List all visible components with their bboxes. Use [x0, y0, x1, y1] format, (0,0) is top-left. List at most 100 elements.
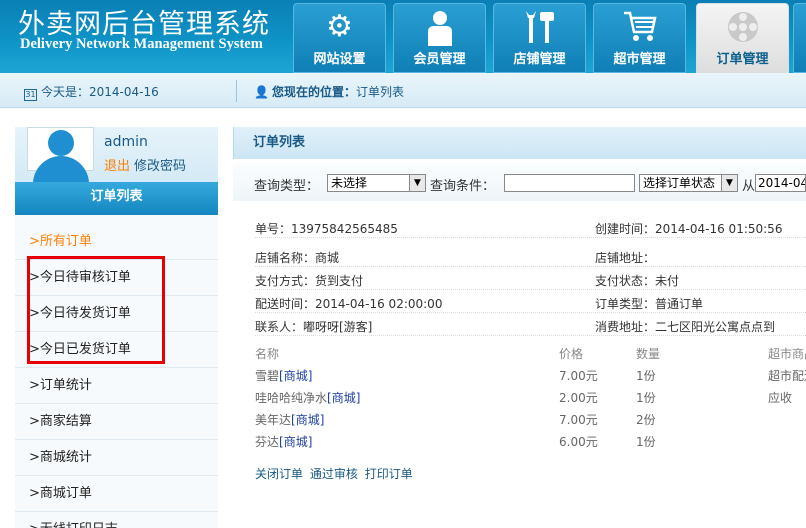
sidebar-item-order-stats[interactable]: >订单统计: [15, 368, 218, 404]
item-name-text: 美年达: [255, 413, 292, 427]
nav-tab-shops[interactable]: 店铺管理: [493, 3, 586, 73]
item-shop-link[interactable]: [商城]: [291, 413, 324, 427]
item-price: 7.00元: [559, 413, 598, 427]
gear-icon: ⚙: [326, 9, 353, 44]
col-name: 名称: [255, 347, 280, 361]
chevron-down-icon: ▼: [721, 175, 737, 191]
query-type-value: 未选择: [331, 176, 368, 190]
sidebar-item-mall-stats[interactable]: >商城统计: [15, 440, 218, 476]
order-status-value: 选择订单状态: [643, 176, 716, 190]
chevron-down-icon: ▼: [409, 175, 425, 191]
person-icon: [394, 4, 485, 48]
date-from-label: 从: [742, 179, 756, 194]
film-reel-icon: [697, 4, 788, 48]
panel-title: 订单列表: [233, 127, 806, 159]
sidebar-item-pending-shipment[interactable]: >今日待发货订单: [15, 296, 218, 332]
today-date: 31 今天是：2014-04-16: [24, 83, 159, 101]
item-qty: 1份: [636, 369, 656, 383]
item-shop-link[interactable]: [商城]: [327, 391, 360, 405]
nav-tab-supermarket[interactable]: 超市管理: [593, 3, 686, 73]
sidebar-title: 订单列表: [15, 182, 218, 215]
nav-tab-orders[interactable]: 订单管理: [696, 3, 789, 73]
table-row: 美年达[商城] 7.00元 2份: [255, 408, 806, 430]
print-order-link[interactable]: 打印订单: [365, 467, 413, 481]
pay-method: 支付方式：货到支付: [255, 274, 364, 288]
table-row: 哇哈哈纯净水[商城] 2.00元 1份 应收: [255, 386, 806, 408]
item-name-text: 哇哈哈纯净水: [255, 391, 328, 405]
date-from-input[interactable]: 2014-04-16: [755, 174, 806, 192]
order-row: 支付方式：货到支付 支付状态：未付: [255, 267, 806, 290]
tools-icon: [494, 4, 585, 48]
location-value: 订单列表: [355, 85, 404, 99]
nav-tab-label: 订单管理: [716, 52, 769, 67]
consumer-address: 消费地址：二七区阳光公寓点点到: [595, 320, 776, 334]
close-order-link[interactable]: 关闭订单: [255, 467, 303, 481]
sidebar-item-shipped-today[interactable]: >今日已发货订单: [15, 332, 218, 368]
user-card: admin 退出 修改密码: [15, 127, 218, 186]
item-name-text: 芬达: [255, 435, 280, 449]
delivery-time: 配送时间：2014-04-16 02:00:00: [255, 297, 443, 311]
logout-link[interactable]: 退出: [104, 159, 130, 174]
cart-icon: [594, 4, 685, 48]
sidebar-item-all-orders[interactable]: >所有订单: [15, 224, 218, 260]
shop-name: 店铺名称：商城: [255, 251, 340, 265]
order-row: 配送时间：2014-04-16 02:00:00 订单类型：普通订单: [255, 290, 806, 313]
avatar: [27, 127, 94, 186]
query-type-select[interactable]: 未选择 ▼: [327, 174, 426, 192]
order-row: 店铺名称：商城 店铺地址：: [255, 244, 806, 267]
item-extra: 超市配送: [768, 369, 806, 383]
nav-tab-site-settings[interactable]: ⚙ 网站设置: [293, 3, 386, 73]
date-label: 今天是：: [41, 85, 90, 99]
col-qty: 数量: [636, 347, 661, 361]
nav-tab-label: 会员管理: [413, 52, 466, 67]
item-shop-link[interactable]: [商城]: [279, 435, 312, 449]
user-links: 退出 修改密码: [104, 155, 186, 174]
location-label: 您现在的位置：: [271, 85, 356, 99]
item-shop-link[interactable]: [商城]: [279, 369, 312, 383]
calendar-icon: 31: [24, 89, 37, 101]
sidebar-item-merchant-settlement[interactable]: >商家结算: [15, 404, 218, 440]
sidebar-menu: >所有订单 >今日待审核订单 >今日待发货订单 >今日已发货订单 >订单统计 >…: [15, 224, 218, 528]
col-extra: 超市商品: [768, 347, 806, 361]
username: admin: [104, 134, 148, 150]
nav-tab-more[interactable]: [793, 3, 806, 73]
order-row: 单号：13975842565485 创建时间：2014-04-16 01:50:…: [255, 215, 806, 238]
breadcrumb: 👤 您现在的位置：订单列表: [254, 83, 404, 100]
order-actions: 关闭订单 通过审核 打印订单: [255, 465, 416, 482]
sidebar-item-mall-orders[interactable]: >商城订单: [15, 476, 218, 512]
item-name: 雪碧[商城]: [255, 367, 312, 384]
change-password-link[interactable]: 修改密码: [134, 159, 186, 174]
shop-address: 店铺地址：: [595, 251, 656, 265]
item-name: 美年达[商城]: [255, 411, 324, 428]
person-icon: 👤: [254, 85, 269, 99]
item-price: 7.00元: [559, 369, 598, 383]
date-value: 2014-04-16: [89, 85, 159, 99]
sidebar: admin 退出 修改密码 订单列表 >所有订单 >今日待审核订单 >今日待发货订…: [15, 127, 218, 528]
col-price: 价格: [559, 347, 584, 361]
nav-tab-label: 网站设置: [313, 52, 366, 67]
filter-bar: 查询类型： 未选择 ▼ 查询条件： 选择订单状态 ▼ 从 2014-04-16: [233, 163, 806, 201]
table-row: 芬达[商城] 6.00元 1份: [255, 430, 806, 452]
app-header: 外卖网后台管理系统 Delivery Network Management Sy…: [0, 0, 806, 73]
order-number: 单号：13975842565485: [255, 222, 398, 236]
item-extra: 应收: [768, 391, 793, 405]
logo-title-en: Delivery Network Management System: [20, 36, 263, 52]
info-bar: 31 今天是：2014-04-16 👤 您现在的位置：订单列表: [0, 73, 806, 108]
nav-tab-members[interactable]: 会员管理: [393, 3, 486, 73]
sidebar-item-print-log[interactable]: >无线打印日志: [15, 512, 218, 528]
nav-tab-label: 超市管理: [613, 52, 666, 67]
sidebar-item-pending-review[interactable]: >今日待审核订单: [15, 260, 218, 296]
item-qty: 1份: [636, 391, 656, 405]
main-panel: 订单列表 查询类型： 未选择 ▼ 查询条件： 选择订单状态 ▼ 从 2014-0…: [233, 127, 806, 528]
item-price: 6.00元: [559, 435, 598, 449]
query-condition-input[interactable]: [504, 174, 635, 192]
approve-order-link[interactable]: 通过审核: [310, 467, 358, 481]
avatar-head: [48, 130, 74, 156]
item-price: 2.00元: [559, 391, 598, 405]
order-status-select[interactable]: 选择订单状态 ▼: [639, 174, 738, 192]
item-qty: 2份: [636, 413, 656, 427]
divider: [236, 80, 237, 102]
contact: 联系人：嘟呀呀[游客]: [255, 320, 373, 334]
item-name: 芬达[商城]: [255, 433, 312, 450]
pay-status: 支付状态：未付: [595, 274, 680, 288]
